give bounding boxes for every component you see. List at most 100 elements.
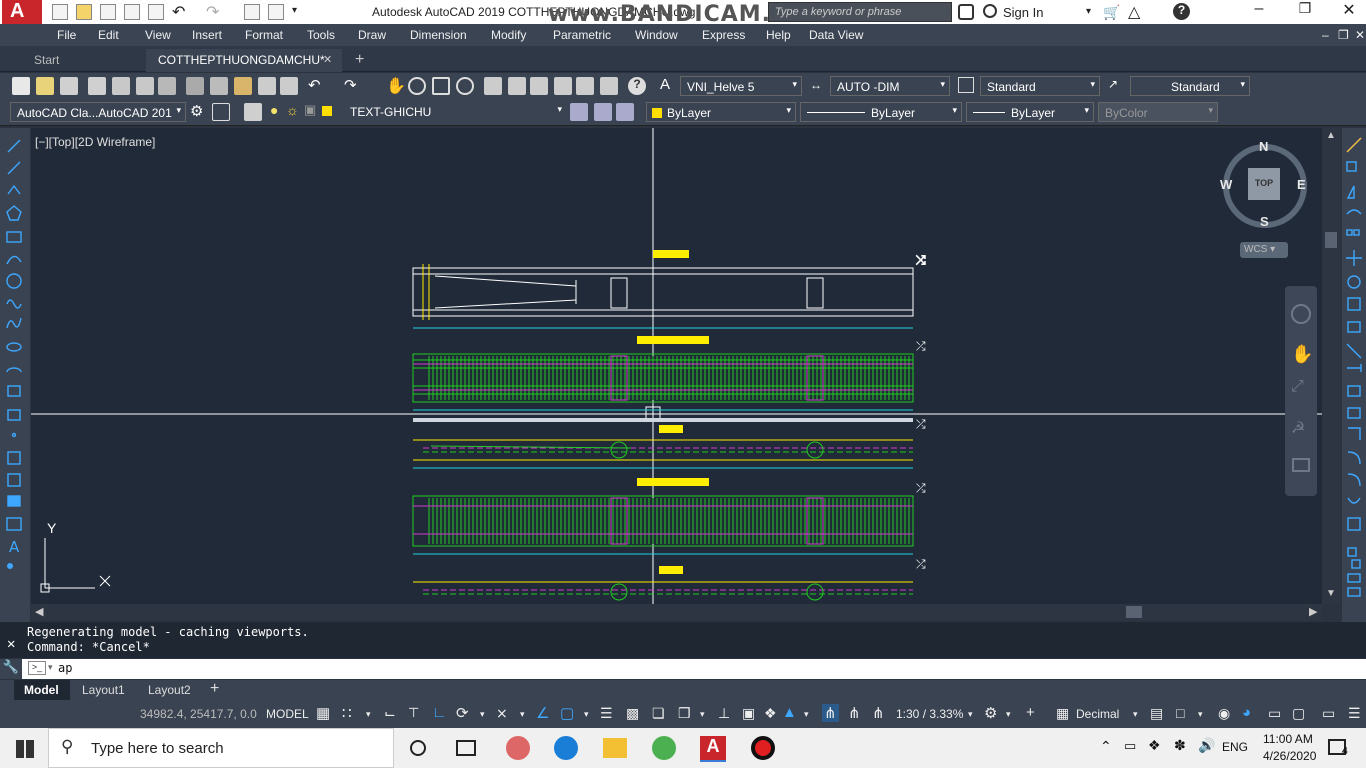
fullscreen-icon[interactable]: ▭ <box>1322 705 1335 722</box>
help-icon[interactable]: ? <box>628 77 646 95</box>
transparency-icon[interactable]: ▩ <box>626 705 639 722</box>
connect-icon[interactable]: △ <box>1128 2 1140 22</box>
markup-icon[interactable] <box>576 77 594 95</box>
lineweight-icon[interactable]: ☰ <box>600 705 613 722</box>
qnew-icon[interactable] <box>12 77 30 95</box>
scale-dropdown-icon[interactable]: ▾ <box>968 709 973 720</box>
scroll-left-icon[interactable]: ◀ <box>35 605 43 618</box>
zoom-previous-icon[interactable] <box>456 77 474 95</box>
command-prompt-dropdown-icon[interactable]: ▾ <box>48 662 53 673</box>
zoom-extents-icon[interactable]: ⤢ <box>1291 378 1304 396</box>
help-icon[interactable]: ? <box>1173 3 1190 20</box>
isodraft-icon[interactable]: ⨯ <box>496 705 508 722</box>
save-icon[interactable] <box>100 4 116 20</box>
quickcalc-icon[interactable] <box>600 77 618 95</box>
cut-icon[interactable] <box>186 77 204 95</box>
properties-icon[interactable] <box>484 77 502 95</box>
autocad-taskbar-icon[interactable]: A <box>700 736 726 762</box>
annotation-scale-auto-icon[interactable]: ⋔ <box>822 704 839 722</box>
linetype-select[interactable]: ByLayer ▾ <box>800 102 962 122</box>
pan-nav-icon[interactable]: ✋ <box>1291 344 1313 365</box>
sheet-set-icon[interactable] <box>554 77 572 95</box>
publish-icon[interactable] <box>136 77 154 95</box>
clean-screen-icon[interactable]: ▭ <box>1268 705 1281 722</box>
doc-restore-icon[interactable]: ❐ <box>1338 28 1349 42</box>
units-dropdown-icon[interactable]: ▾ <box>1133 709 1138 720</box>
workspace-settings-icon[interactable]: ⚙ <box>190 102 203 120</box>
command-close-icon[interactable]: ✕ <box>7 636 15 652</box>
polar-dropdown-icon[interactable]: ▾ <box>480 709 485 720</box>
menu-dimension[interactable]: Dimension <box>410 28 467 42</box>
3d-osnap-dropdown-icon[interactable]: ▾ <box>700 709 705 720</box>
block-editor-icon[interactable] <box>280 77 298 95</box>
dynamic-ucs-icon[interactable]: ⊥ <box>718 705 730 722</box>
bandicam-record-icon[interactable] <box>751 736 775 760</box>
maximize-icon[interactable]: ❐ <box>1290 0 1320 24</box>
search-input[interactable]: Type a keyword or phrase <box>768 2 952 22</box>
tab-close-icon[interactable]: ✕ <box>323 53 332 66</box>
quick-properties-icon[interactable]: ▤ <box>1150 705 1163 722</box>
selection-filter-icon[interactable]: ▣ <box>742 705 755 722</box>
menu-parametric[interactable]: Parametric <box>553 28 611 42</box>
customization-icon[interactable]: ▢ <box>1292 705 1305 722</box>
task-view-icon[interactable] <box>456 740 476 756</box>
edge-icon[interactable] <box>554 736 578 760</box>
object-snap-tracking-icon[interactable]: ∠ <box>536 704 549 722</box>
workspace-switch-icon[interactable]: ⚙ <box>984 704 997 722</box>
units-icon[interactable]: ▦ <box>1056 705 1069 722</box>
volume-icon[interactable]: 🔊 <box>1198 737 1215 754</box>
menu-format[interactable]: Format <box>245 28 283 42</box>
dim-style-select[interactable]: AUTO -DIM ▾ <box>830 76 950 96</box>
menu-edit[interactable]: Edit <box>98 28 119 42</box>
workspace-toggle-icon[interactable] <box>212 103 230 121</box>
mleader-style-icon[interactable]: ↗ <box>1108 77 1118 91</box>
snap-icon[interactable]: ∷ <box>342 704 352 722</box>
sign-in-dropdown-icon[interactable]: ▾ <box>1086 6 1091 17</box>
doc-minimize-icon[interactable]: – <box>1322 28 1329 42</box>
sign-in-link[interactable]: Sign In <box>1003 5 1043 20</box>
drawing-viewport[interactable]: [−][Top][2D Wireframe] ⤮ ⤮ ⤮ ⤮ ⤮ Y TOP N… <box>31 128 1322 604</box>
coordinates-readout[interactable]: 34982.4, 25417.7, 0.0 <box>140 707 257 721</box>
copy-icon[interactable] <box>210 77 228 95</box>
layer-lock-icon[interactable]: ▣ <box>304 102 316 118</box>
plot-icon[interactable] <box>88 77 106 95</box>
clock-date[interactable]: 4/26/2020 <box>1263 749 1316 763</box>
viewcube-east[interactable]: E <box>1297 177 1306 192</box>
tab-active-drawing[interactable]: COTTHEPTHUONGDAMCHU* <box>146 49 342 72</box>
object-snap-icon[interactable]: ▢ <box>560 704 574 722</box>
steering-wheel-icon[interactable] <box>1291 304 1311 324</box>
user-icon[interactable] <box>983 4 997 18</box>
binoculars-icon[interactable] <box>958 4 974 20</box>
redo-icon[interactable]: ↷ <box>344 76 357 94</box>
annotation-visibility-icon[interactable]: ▲ <box>782 704 797 721</box>
cortana-icon[interactable] <box>410 740 426 756</box>
selection-cycling-icon[interactable]: ❏ <box>652 705 665 722</box>
snip-app-icon[interactable] <box>506 736 530 760</box>
lock-ui-icon[interactable]: □ <box>1176 705 1184 721</box>
scroll-down-icon[interactable]: ▼ <box>1326 588 1336 599</box>
snap-dropdown-icon[interactable]: ▾ <box>366 709 371 720</box>
tray-chevron-icon[interactable]: ⌃ <box>1100 738 1112 755</box>
layer-state-icon[interactable] <box>616 103 634 121</box>
add-layout-button[interactable]: + <box>210 680 219 698</box>
hardware-acceleration-icon[interactable]: ◕ <box>1242 704 1251 721</box>
layer-select[interactable]: TEXT-GHICHU ▾ <box>336 102 566 122</box>
viewcube-west[interactable]: W <box>1220 177 1232 192</box>
clock-time[interactable]: 11:00 AM <box>1263 732 1313 746</box>
annotation-scale-icon[interactable]: ⋔ <box>848 704 861 722</box>
3d-osnap-icon[interactable]: ❒ <box>678 705 691 722</box>
command-input[interactable]: ap <box>58 661 1348 677</box>
table-style-icon[interactable] <box>958 77 974 93</box>
command-prompt-icon[interactable]: >_ <box>28 661 46 675</box>
menu-view[interactable]: View <box>145 28 171 42</box>
app-green-icon[interactable] <box>652 736 676 760</box>
menu-help[interactable]: Help <box>766 28 791 42</box>
tab-start[interactable]: Start <box>22 49 144 72</box>
tab-layout1[interactable]: Layout1 <box>74 680 133 700</box>
preview-icon[interactable] <box>112 77 130 95</box>
dim-style-icon[interactable]: ↔ <box>810 78 822 92</box>
vertical-scroll-thumb[interactable] <box>1325 232 1337 248</box>
print-icon[interactable] <box>148 4 164 20</box>
battery-icon[interactable]: ▭ <box>1124 738 1136 754</box>
design-center-icon[interactable] <box>508 77 526 95</box>
